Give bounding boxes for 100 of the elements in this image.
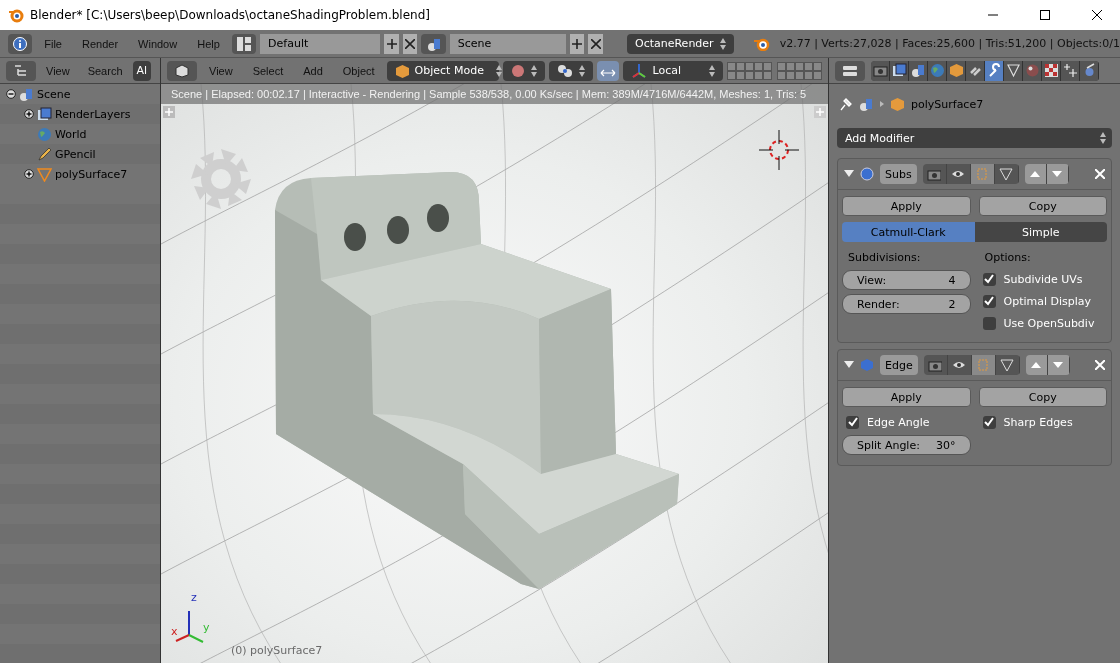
display-mode-dropdown[interactable]: Al <box>132 60 152 81</box>
subdivision-type-option[interactable]: Catmull-Clark <box>842 222 975 242</box>
layout-selector-button[interactable] <box>231 33 257 54</box>
properties-editor-button[interactable] <box>835 60 865 81</box>
properties-tab[interactable] <box>985 60 1004 81</box>
menu-item[interactable]: Object <box>334 64 383 77</box>
modifier-toggle-button[interactable] <box>923 355 948 375</box>
copy-button[interactable]: Copy <box>978 196 1107 216</box>
close-icon[interactable] <box>1095 360 1105 370</box>
render-engine-dropdown[interactable]: OctaneRender <box>626 33 734 54</box>
scene-selector-button[interactable] <box>421 33 446 54</box>
outliner-item[interactable]: GPencil <box>55 147 96 161</box>
collapse-triangle-icon[interactable] <box>844 170 854 178</box>
modifier-toggle-button[interactable] <box>946 164 971 184</box>
properties-tab[interactable] <box>1023 60 1042 81</box>
remove-button[interactable] <box>402 33 418 54</box>
pencil-icon <box>37 146 52 162</box>
panel-toggle-button[interactable] <box>163 106 175 118</box>
apply-button[interactable]: Apply <box>842 196 971 216</box>
modifier-toggle-button[interactable] <box>995 355 1020 375</box>
info-editor-button[interactable] <box>8 33 33 54</box>
properties-tab[interactable] <box>1080 60 1099 81</box>
checkbox-label[interactable]: Optimal Display <box>1003 294 1092 308</box>
manipulator-button[interactable] <box>596 60 619 81</box>
outliner-item[interactable]: Scene <box>37 87 71 101</box>
menu-item[interactable]: File <box>36 37 70 50</box>
modifier-name-field[interactable]: Subs <box>880 164 917 184</box>
checkbox-label[interactable]: Sharp Edges <box>1003 415 1073 429</box>
move-up-button[interactable] <box>1025 355 1048 375</box>
checkmark-icon <box>984 296 994 306</box>
info-icon <box>13 36 28 51</box>
copy-button[interactable]: Copy <box>978 387 1107 407</box>
outliner-item[interactable]: RenderLayers <box>55 107 131 121</box>
layout-name-field[interactable]: Default <box>260 33 381 54</box>
outliner-item[interactable]: World <box>55 127 87 141</box>
subdivision-type-option[interactable]: Simple <box>974 222 1107 242</box>
move-down-button[interactable] <box>1046 164 1069 184</box>
add-button[interactable] <box>384 33 399 54</box>
collapse-triangle-icon[interactable] <box>844 361 854 369</box>
menu-item[interactable]: Search <box>79 64 131 77</box>
apply-button[interactable]: Apply <box>842 387 971 407</box>
checkbox[interactable] <box>846 415 859 429</box>
collapse-icon[interactable] <box>6 89 16 99</box>
menu-item[interactable]: View <box>38 64 78 77</box>
updown-arrows-icon <box>578 64 585 77</box>
checkbox[interactable] <box>982 415 996 429</box>
triangle-vertices-icon <box>1000 358 1015 372</box>
updown-arrows-icon <box>530 64 537 77</box>
updown-arrows-icon <box>495 64 502 77</box>
mode-dropdown[interactable]: Object Mode <box>386 60 499 81</box>
properties-tab[interactable] <box>909 60 928 81</box>
modifier-toggle-button[interactable] <box>922 164 947 184</box>
number-field[interactable]: View: 4 <box>842 270 971 290</box>
pivot-dropdown[interactable] <box>548 60 593 81</box>
menu-item[interactable]: Window <box>130 37 186 50</box>
properties-tab[interactable] <box>1042 60 1061 81</box>
3d-view-editor-button[interactable] <box>167 60 197 81</box>
orientation-dropdown[interactable]: Local <box>622 60 723 81</box>
triangle-icon <box>37 166 52 182</box>
checkbox[interactable] <box>982 272 996 286</box>
properties-tab[interactable] <box>947 60 966 81</box>
edit-mode-icon <box>976 358 991 372</box>
move-down-button[interactable] <box>1047 355 1070 375</box>
panel-toggle-button[interactable] <box>814 106 826 118</box>
axes-icon <box>630 62 647 79</box>
number-field[interactable]: Split Angle: 30° <box>842 435 971 455</box>
checkbox[interactable] <box>982 294 996 308</box>
modifier-toggle-button[interactable] <box>970 164 995 184</box>
checkbox-label[interactable]: Use OpenSubdiv <box>1003 316 1095 330</box>
move-up-button[interactable] <box>1024 164 1047 184</box>
checkerboard-icon <box>1043 63 1059 78</box>
properties-tab[interactable] <box>890 60 909 81</box>
modifier-toggle-button[interactable] <box>994 164 1019 184</box>
scene-name-field[interactable]: Scene <box>449 33 566 54</box>
image-layers-icon <box>37 106 52 122</box>
menu-item[interactable]: Add <box>295 64 331 77</box>
number-field[interactable]: Render: 2 <box>842 294 971 314</box>
remove-button[interactable] <box>588 33 603 54</box>
shading-dropdown[interactable] <box>502 60 545 81</box>
menu-item[interactable]: View <box>201 64 241 77</box>
add-modifier-dropdown[interactable]: Add Modifier <box>837 128 1112 148</box>
modifier-toggle-button[interactable] <box>947 355 972 375</box>
properties-tab[interactable] <box>966 60 985 81</box>
menu-item[interactable]: Help <box>189 37 228 50</box>
outliner-editor-button[interactable] <box>6 60 36 81</box>
menu-item[interactable]: Select <box>244 64 292 77</box>
properties-tab[interactable] <box>1004 60 1023 81</box>
menu-item[interactable]: Render <box>74 37 127 50</box>
close-icon[interactable] <box>1095 169 1105 179</box>
modifier-toggle-button[interactable] <box>971 355 996 375</box>
add-button[interactable] <box>569 33 585 54</box>
checkbox[interactable] <box>982 316 996 330</box>
expand-icon[interactable] <box>24 169 34 179</box>
properties-tab[interactable] <box>1061 60 1080 81</box>
expand-icon[interactable] <box>24 109 34 119</box>
checkbox-label[interactable]: Edge Angle <box>867 415 930 429</box>
modifier-name-field[interactable]: Edge <box>880 355 918 375</box>
checkbox-label[interactable]: Subdivide UVs <box>1003 272 1083 286</box>
triangle-vertices-icon <box>999 167 1014 181</box>
image-layers-icon <box>891 63 907 78</box>
